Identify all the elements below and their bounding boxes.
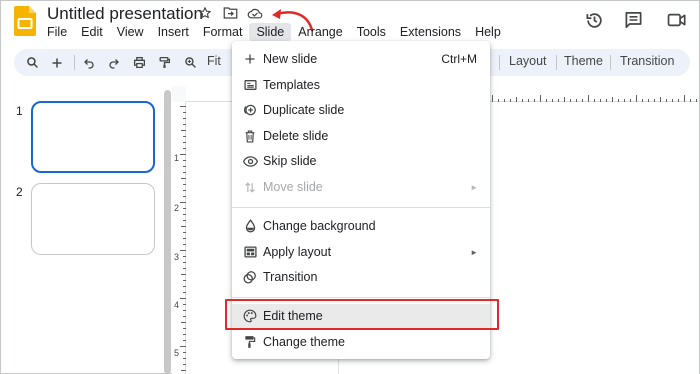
- menu-item-label: Skip slide: [263, 154, 317, 168]
- ruler-label: 2: [174, 203, 180, 213]
- submenu-arrow-icon: ►: [470, 247, 478, 257]
- menu-item-label: Templates: [263, 78, 320, 92]
- menu-arrange[interactable]: Arrange: [291, 23, 349, 41]
- menu-item-templates[interactable]: Templates: [232, 73, 490, 97]
- toolbar-divider: [499, 55, 500, 70]
- menu-item-label: New slide: [263, 52, 318, 66]
- toolbar-divider: [610, 55, 611, 70]
- vertical-ruler[interactable]: 1 2 3 4 5: [172, 102, 186, 374]
- filmstrip-scrollbar[interactable]: [164, 90, 171, 374]
- transition-icon: [242, 269, 258, 285]
- plus-icon: [242, 51, 258, 67]
- trash-icon: [242, 128, 258, 144]
- folder-move-icon[interactable]: [222, 5, 238, 21]
- transition-button[interactable]: Transition: [620, 54, 674, 68]
- menu-divider: [232, 297, 490, 298]
- background-icon: [242, 218, 258, 234]
- ruler-label: 5: [174, 348, 180, 358]
- menu-help[interactable]: Help: [468, 23, 508, 41]
- paint-roller-icon: [242, 334, 258, 350]
- zoom-icon[interactable]: [182, 53, 198, 72]
- menu-format[interactable]: Format: [196, 23, 250, 41]
- document-title[interactable]: Untitled presentation: [47, 4, 203, 24]
- meet-icon[interactable]: [666, 9, 688, 31]
- new-slide-plus-icon[interactable]: [49, 53, 65, 72]
- menu-view[interactable]: View: [110, 23, 151, 41]
- menu-item-label: Change background: [263, 219, 376, 233]
- theme-button[interactable]: Theme: [564, 54, 603, 68]
- menu-item-change-background[interactable]: Change background: [232, 214, 490, 238]
- slide-thumbnail-2[interactable]: [31, 183, 155, 255]
- search-menus-icon[interactable]: [24, 53, 40, 72]
- menu-bar: File Edit View Insert Format Slide Arran…: [40, 23, 508, 41]
- ruler-ticks: [180, 106, 186, 371]
- menu-item-new-slide[interactable]: New slide Ctrl+M: [232, 47, 490, 71]
- shortcut-label: Ctrl+M: [441, 52, 477, 66]
- duplicate-icon: [242, 102, 258, 118]
- menu-item-label: Change theme: [263, 335, 346, 349]
- annotation-highlight-box: [225, 299, 499, 330]
- redo-icon[interactable]: [106, 53, 122, 72]
- menu-item-move-slide: Move slide ►: [232, 175, 490, 199]
- ruler-label: 1: [174, 153, 180, 163]
- print-icon[interactable]: [131, 53, 147, 72]
- toolbar-divider: [74, 55, 75, 70]
- eye-icon: [242, 153, 258, 169]
- slide-thumbnail-1[interactable]: [31, 101, 155, 173]
- menu-slide[interactable]: Slide: [249, 23, 292, 41]
- menu-item-label: Move slide: [263, 180, 323, 194]
- move-icon: [242, 179, 258, 195]
- ruler-label: 4: [174, 300, 180, 310]
- menu-item-label: Delete slide: [263, 129, 329, 143]
- history-icon[interactable]: [583, 9, 605, 31]
- slide-number: 2: [16, 185, 23, 199]
- menu-edit[interactable]: Edit: [74, 23, 110, 41]
- menu-item-apply-layout[interactable]: Apply layout ►: [232, 240, 490, 264]
- menu-extensions[interactable]: Extensions: [393, 23, 468, 41]
- menu-tools[interactable]: Tools: [350, 23, 393, 41]
- cloud-icon[interactable]: [247, 5, 263, 21]
- menu-divider: [232, 207, 490, 208]
- paint-format-icon[interactable]: [156, 53, 172, 72]
- menu-insert[interactable]: Insert: [151, 23, 196, 41]
- templates-icon: [242, 77, 258, 93]
- menu-item-label: Transition: [263, 270, 318, 284]
- menu-item-label: Duplicate slide: [263, 103, 345, 117]
- menu-item-delete-slide[interactable]: Delete slide: [232, 124, 490, 148]
- toolbar-divider: [556, 55, 557, 70]
- zoom-fit-button[interactable]: Fit: [207, 54, 221, 68]
- slides-logo-icon[interactable]: [14, 6, 36, 36]
- menu-item-transition[interactable]: Transition: [232, 265, 490, 289]
- menu-item-skip-slide[interactable]: Skip slide: [232, 149, 490, 173]
- submenu-arrow-icon: ►: [470, 182, 478, 192]
- slide-number: 1: [16, 104, 23, 118]
- layout-icon: [242, 244, 258, 260]
- ruler-label: 3: [174, 252, 180, 262]
- undo-icon[interactable]: [81, 53, 97, 72]
- menu-file[interactable]: File: [40, 23, 74, 41]
- comments-icon[interactable]: [622, 9, 644, 31]
- menu-item-change-theme[interactable]: Change theme: [232, 330, 490, 354]
- star-icon[interactable]: [197, 5, 213, 21]
- menu-item-label: Apply layout: [263, 245, 332, 259]
- menu-item-duplicate-slide[interactable]: Duplicate slide: [232, 98, 490, 122]
- layout-button[interactable]: Layout: [509, 54, 547, 68]
